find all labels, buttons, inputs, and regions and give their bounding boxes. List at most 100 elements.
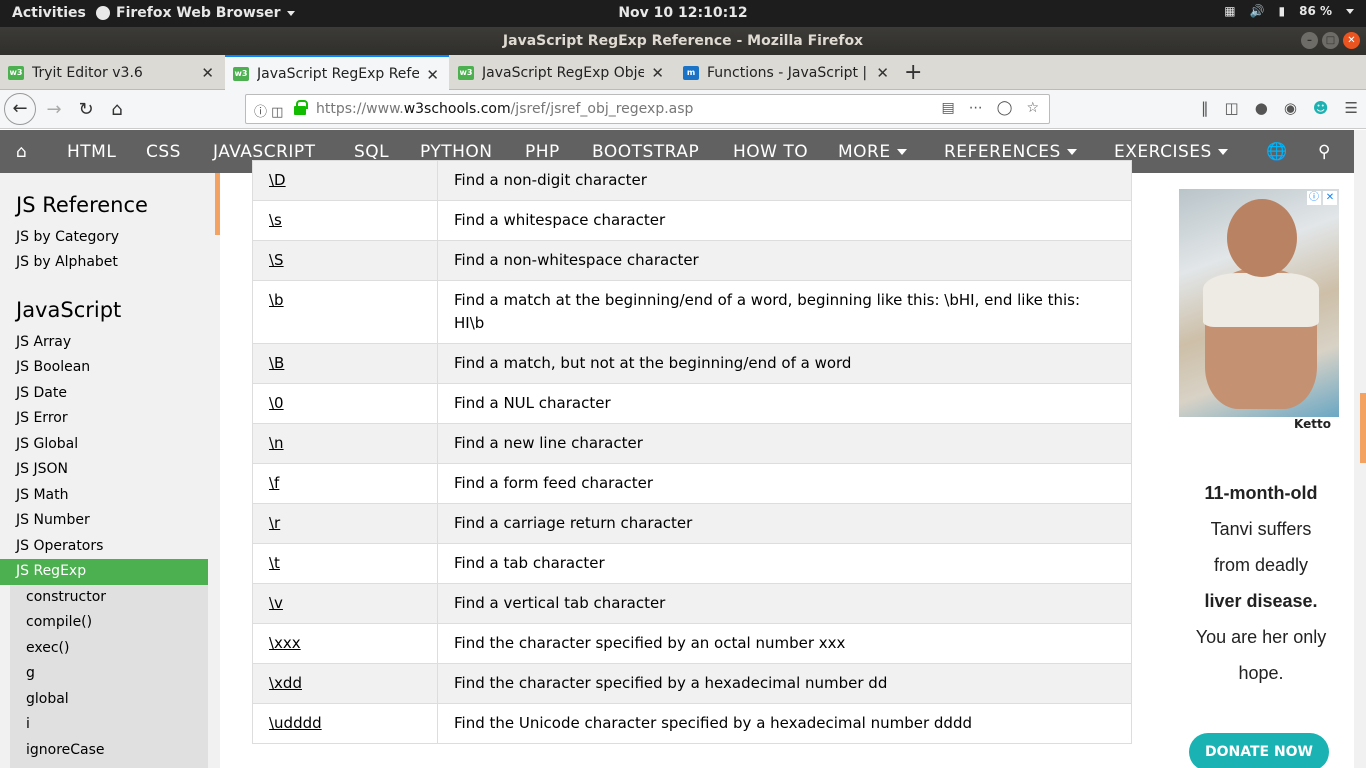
metachar-link[interactable]: \udddd	[269, 714, 322, 732]
table-row: \n Find a new line character	[252, 423, 1132, 464]
globe-icon[interactable]: 🌐	[1266, 142, 1288, 162]
tab-tryit-editor[interactable]: w3 Tryit Editor v3.6 ✕	[0, 55, 224, 90]
sidebar-item-operators[interactable]: JS Operators	[16, 538, 103, 554]
forward-button[interactable]: →	[40, 96, 68, 124]
description-cell: Find a whitespace character	[437, 200, 1132, 241]
metachar-link[interactable]: \s	[269, 211, 282, 229]
sidebar-item-date[interactable]: JS Date	[16, 385, 67, 401]
sidebar-heading-javascript: JavaScript	[16, 298, 122, 322]
sidebar-item-number[interactable]: JS Number	[16, 512, 90, 528]
sidebar-sub-i[interactable]: i	[26, 716, 30, 732]
page-scrollbar[interactable]	[1354, 130, 1366, 768]
url-bar[interactable]: ⓘ ◫ https://www.w3schools.com/jsref/jsre…	[245, 94, 1050, 124]
metachar-link[interactable]: \xdd	[269, 674, 302, 692]
sidebar-sub-constructor[interactable]: constructor	[26, 589, 106, 605]
nav-how-to[interactable]: HOW TO	[733, 142, 808, 162]
minimize-button[interactable]: –	[1301, 32, 1318, 49]
metachar-link[interactable]: \0	[269, 394, 284, 412]
hamburger-menu-icon[interactable]: ☰	[1345, 99, 1358, 117]
description-cell: Find a carriage return character	[437, 503, 1132, 544]
tab-functions-mdn[interactable]: m Functions - JavaScript | M ✕	[675, 55, 899, 90]
metachar-link[interactable]: \b	[269, 291, 284, 309]
navigation-toolbar: ← → ↻ ⌂ ⓘ ◫ https://www.w3schools.com/js…	[0, 90, 1366, 129]
metachar-link[interactable]: \B	[269, 354, 284, 372]
nav-css[interactable]: CSS	[146, 142, 181, 162]
close-tab-icon[interactable]: ✕	[201, 64, 214, 82]
page-actions-icon[interactable]: ⋯	[969, 100, 983, 116]
sidebar-sub-g[interactable]: g	[26, 665, 35, 681]
close-tab-icon[interactable]: ✕	[426, 66, 439, 84]
maximize-button[interactable]: □	[1322, 32, 1339, 49]
metachar-cell: \xxx	[252, 623, 438, 664]
scrollbar-thumb[interactable]	[1360, 393, 1366, 463]
metachar-link[interactable]: \xxx	[269, 634, 301, 652]
metachar-link[interactable]: \v	[269, 594, 283, 612]
sidebar-item-error[interactable]: JS Error	[16, 410, 68, 426]
metachar-link[interactable]: \S	[269, 251, 284, 269]
metacharacters-table: \D Find a non-digit character \s Find a whi…	[252, 160, 1132, 744]
sidebar-sub-compile[interactable]: compile()	[26, 614, 92, 630]
metachar-link[interactable]: \D	[269, 171, 286, 189]
tab-strip: w3 Tryit Editor v3.6 ✕ w3 JavaScript Reg…	[0, 55, 1366, 91]
sidebar-item-global[interactable]: JS Global	[16, 436, 78, 452]
activities-button[interactable]: Activities	[12, 5, 86, 21]
reader-view-icon[interactable]: ▤	[942, 100, 955, 116]
app-menu[interactable]: Firefox Web Browser	[96, 5, 295, 21]
sidebar-sub-global[interactable]: global	[26, 691, 69, 707]
metachar-link[interactable]: \r	[269, 514, 280, 532]
home-button[interactable]: ⌂	[103, 96, 131, 124]
ad-photo-head	[1227, 199, 1297, 277]
extension-icon[interactable]: ◉	[1284, 99, 1297, 117]
close-tab-icon[interactable]: ✕	[651, 64, 664, 82]
ad-info-icon[interactable]: ⓘ	[1307, 191, 1321, 205]
ad-close-icon[interactable]: ✕	[1323, 191, 1337, 205]
nav-references-dropdown[interactable]: REFERENCES	[944, 142, 1077, 162]
metachar-link[interactable]: \n	[269, 434, 284, 452]
library-icon[interactable]: ‖	[1201, 99, 1209, 117]
nav-exercises-dropdown[interactable]: EXERCISES	[1114, 142, 1228, 162]
reload-button[interactable]: ↻	[72, 96, 100, 124]
sidebar-sub-exec[interactable]: exec()	[26, 640, 69, 656]
tab-regexp-reference[interactable]: w3 JavaScript RegExp Refere ✕	[225, 55, 449, 91]
pocket-icon[interactable]: ◯	[997, 100, 1013, 116]
nav-bootstrap[interactable]: BOOTSTRAP	[592, 142, 699, 162]
metachar-link[interactable]: \f	[269, 474, 279, 492]
table-row: \udddd Find the Unicode character specifi…	[252, 703, 1132, 744]
url-text[interactable]: https://www.w3schools.com/jsref/jsref_ob…	[316, 101, 693, 117]
close-window-button[interactable]: ✕	[1343, 32, 1360, 49]
nav-javascript[interactable]: JAVASCRIPT	[213, 142, 316, 162]
metachar-link[interactable]: \t	[269, 554, 280, 572]
sidebar-sub-ignorecase[interactable]: ignoreCase	[26, 742, 105, 758]
nav-more-dropdown[interactable]: MORE	[838, 142, 907, 162]
sidebar-item-by-category[interactable]: JS by Category	[16, 229, 119, 245]
table-row: \xxx Find the character specified by an o…	[252, 623, 1132, 664]
home-icon[interactable]: ⌂	[16, 142, 27, 162]
sidebar-item-json[interactable]: JS JSON	[16, 461, 68, 477]
person-icon[interactable]: ☻	[1313, 99, 1329, 117]
account-icon[interactable]: ●	[1255, 99, 1268, 117]
metachar-cell: \udddd	[252, 703, 438, 744]
advertisement[interactable]: ⓘ ✕ Ketto 11-month-old Tanvi suffers fro…	[1179, 189, 1339, 768]
donate-now-button[interactable]: DONATE NOW	[1189, 733, 1329, 768]
nav-php[interactable]: PHP	[525, 142, 560, 162]
system-tray[interactable]: ▦ 🔊 ▮ 86 %	[1224, 4, 1354, 18]
sidebar-item-by-alphabet[interactable]: JS by Alphabet	[16, 254, 118, 270]
search-icon[interactable]: ⚲	[1318, 142, 1331, 162]
sidebar-item-math[interactable]: JS Math	[16, 487, 69, 503]
bookmark-star-icon[interactable]: ☆	[1026, 100, 1039, 116]
nav-python[interactable]: PYTHON	[420, 142, 493, 162]
nav-sql[interactable]: SQL	[354, 142, 389, 162]
new-tab-icon[interactable]: +	[904, 60, 922, 85]
close-tab-icon[interactable]: ✕	[876, 64, 889, 82]
sidebar-icon[interactable]: ◫	[1225, 99, 1239, 117]
ad-message: 11-month-old Tanvi suffers from deadly l…	[1195, 483, 1327, 683]
site-info-icon[interactable]: ⓘ ◫	[254, 101, 283, 120]
back-button[interactable]: ←	[4, 93, 36, 125]
tab-regexp-object[interactable]: w3 JavaScript RegExp Obje ✕	[450, 55, 674, 90]
right-ad-column: ⓘ ✕ Ketto 11-month-old Tanvi suffers fro…	[1165, 173, 1354, 768]
firefox-icon	[96, 6, 110, 20]
nav-html[interactable]: HTML	[67, 142, 116, 162]
sidebar-item-boolean[interactable]: JS Boolean	[16, 359, 90, 375]
sidebar-item-array[interactable]: JS Array	[16, 334, 71, 350]
sidebar-item-regexp[interactable]: JS RegExp	[0, 559, 208, 585]
